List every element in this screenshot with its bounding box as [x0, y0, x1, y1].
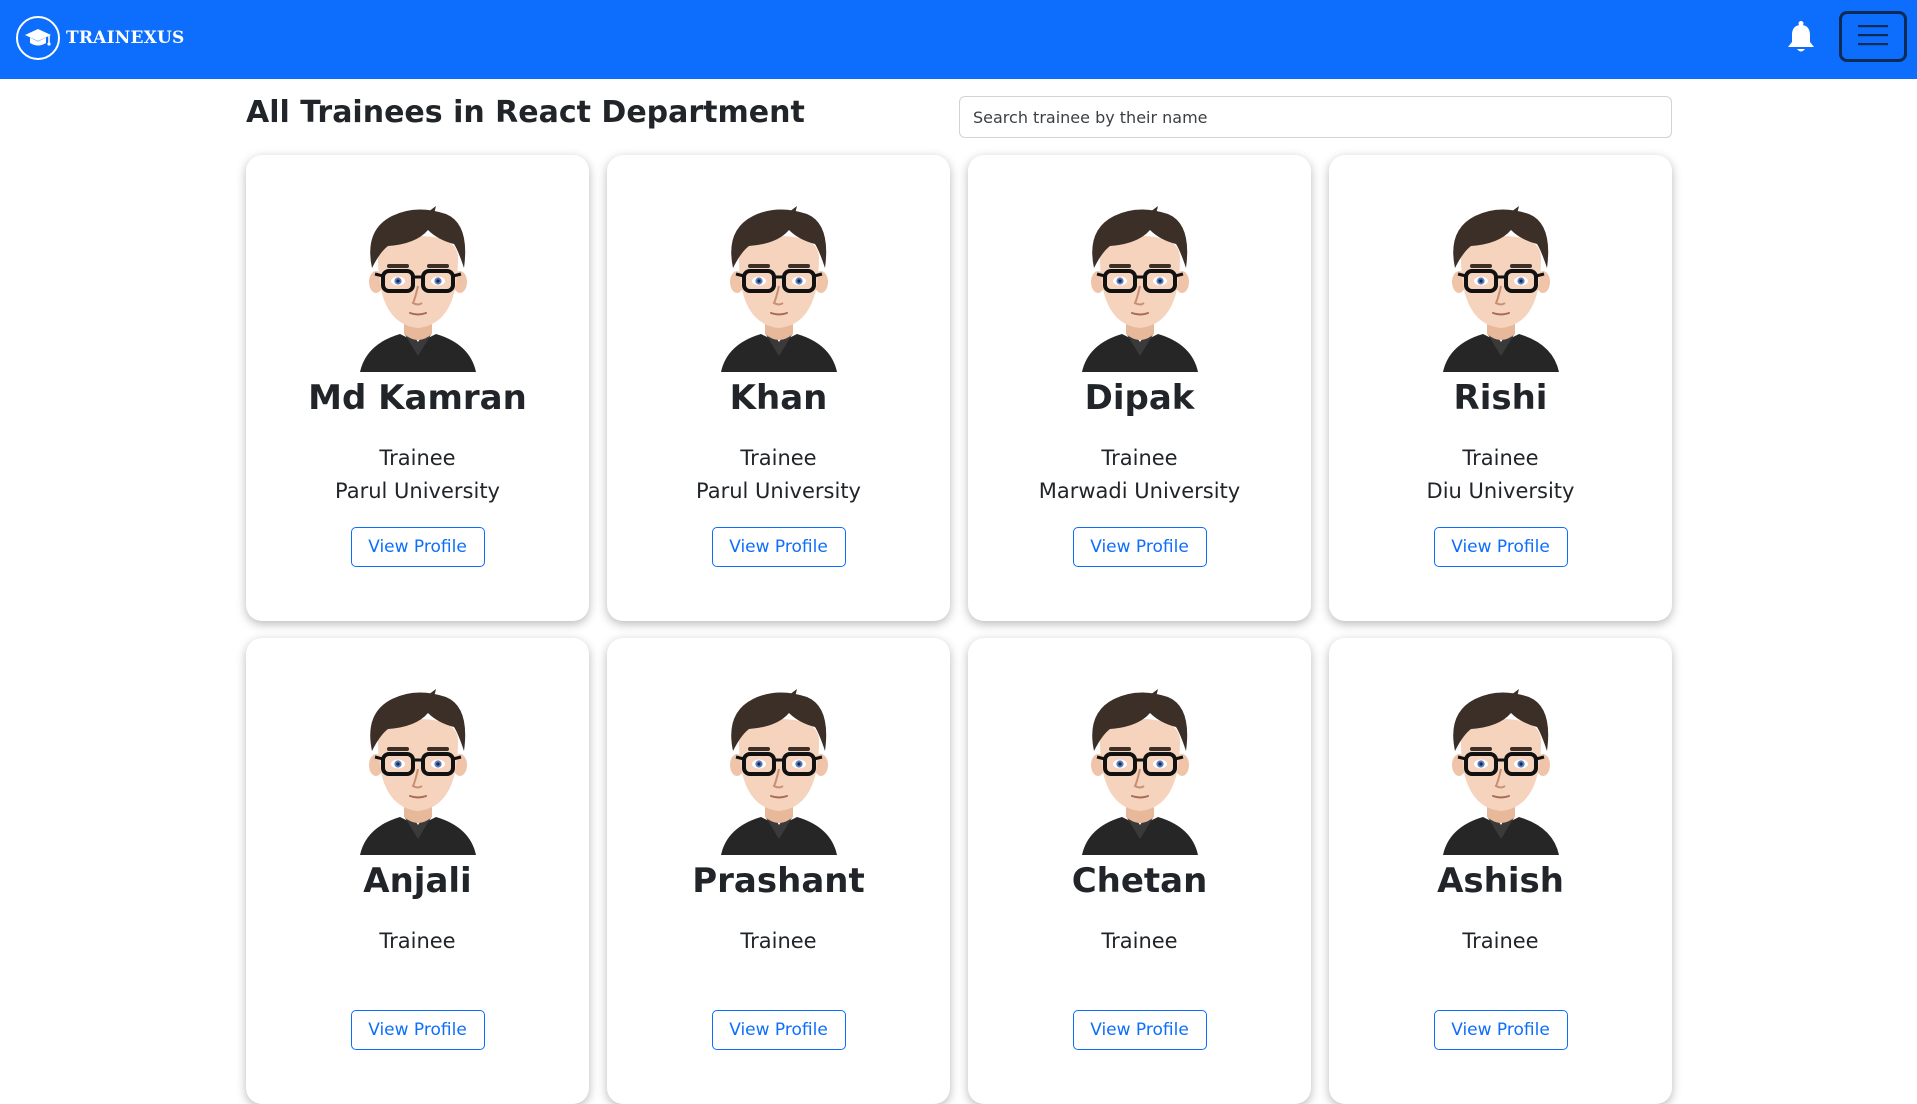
trainee-avatar [719, 206, 839, 372]
trainee-grid: Md Kamran Trainee Parul University View Pro… [246, 155, 1672, 1104]
trainee-avatar [358, 689, 478, 855]
view-profile-button[interactable]: View Profile [350, 1010, 485, 1050]
trainee-avatar [358, 206, 478, 372]
trainee-role: Trainee [1462, 446, 1539, 470]
trainee-card: Khan Trainee Parul University View Profile [607, 155, 950, 621]
trainee-name: Prashant [692, 861, 865, 901]
trainee-name: Khan [729, 378, 828, 418]
brand-link[interactable]: TRAINEXUS [16, 16, 185, 60]
trainee-role: Trainee [1101, 446, 1178, 470]
top-navbar: TRAINEXUS [0, 0, 1917, 79]
trainee-role: Trainee [379, 446, 456, 470]
navbar-toggler-button[interactable] [1839, 11, 1907, 62]
trainee-name: Ashish [1437, 861, 1564, 901]
bell-icon[interactable] [1784, 19, 1818, 55]
trainee-avatar [1441, 689, 1561, 855]
view-profile-button[interactable]: View Profile [1433, 1010, 1568, 1050]
page-title: All Trainees in React Department [246, 95, 805, 130]
trainee-role: Trainee [740, 446, 817, 470]
trainee-name: Rishi [1453, 378, 1548, 418]
hamburger-menu-icon [1858, 24, 1888, 49]
trainee-name: Chetan [1071, 861, 1208, 901]
search-input[interactable] [959, 96, 1672, 138]
view-profile-button[interactable]: View Profile [711, 527, 846, 567]
trainee-university: Marwadi University [1038, 479, 1241, 503]
trainee-avatar [719, 689, 839, 855]
view-profile-button[interactable]: View Profile [711, 1010, 846, 1050]
view-profile-button[interactable]: View Profile [1433, 527, 1568, 567]
trainee-card: Prashant Trainee View Profile [607, 638, 950, 1104]
trainee-university: Parul University [335, 479, 500, 503]
view-profile-button[interactable]: View Profile [1072, 1010, 1207, 1050]
trainee-card: Anjali Trainee View Profile [246, 638, 589, 1104]
view-profile-button[interactable]: View Profile [350, 527, 485, 567]
trainee-card: Md Kamran Trainee Parul University View Pro… [246, 155, 589, 621]
trainee-university: Parul University [696, 479, 861, 503]
trainee-card: Ashish Trainee View Profile [1329, 638, 1672, 1104]
trainee-name: Md Kamran [308, 378, 527, 418]
view-profile-button[interactable]: View Profile [1072, 527, 1207, 567]
brand-name: TRAINEXUS [66, 28, 185, 48]
trainee-card: Rishi Trainee Diu University View Profile [1329, 155, 1672, 621]
trainee-name: Anjali [363, 861, 472, 901]
trainee-card: Chetan Trainee View Profile [968, 638, 1311, 1104]
trainee-name: Dipak [1084, 378, 1195, 418]
trainee-avatar [1441, 206, 1561, 372]
trainee-avatar [1080, 206, 1200, 372]
graduation-cap-icon [16, 16, 60, 60]
trainee-avatar [1080, 689, 1200, 855]
trainee-card: Dipak Trainee Marwadi University View Profi… [968, 155, 1311, 621]
trainee-university: Diu University [1426, 479, 1575, 503]
